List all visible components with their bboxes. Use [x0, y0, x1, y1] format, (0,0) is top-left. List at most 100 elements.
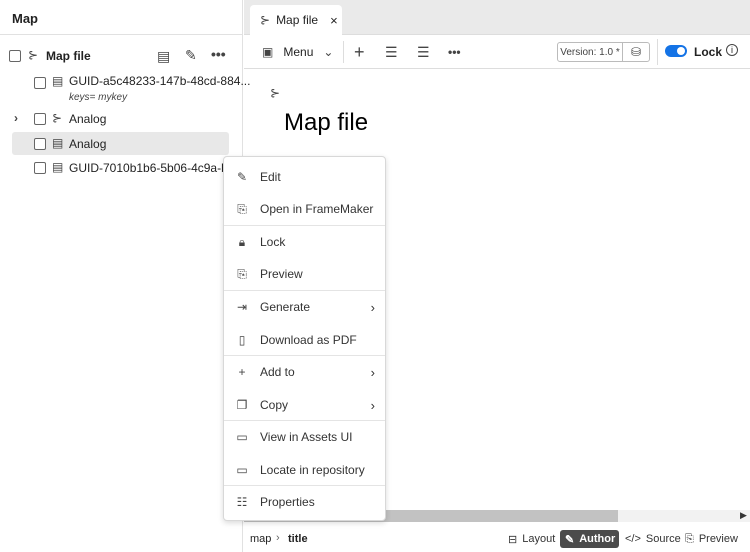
mode-layout[interactable]: ⊟ Layout — [503, 530, 560, 548]
preview-icon: ⎘ — [685, 532, 694, 545]
panel-title: Map — [0, 0, 243, 35]
menu-divider — [224, 355, 385, 356]
mode-source[interactable]: </> Source — [620, 530, 686, 548]
info-icon[interactable]: i — [726, 44, 738, 56]
chevron-right-icon: › — [370, 364, 375, 380]
tree-root-label: Map file — [46, 49, 91, 63]
tree-item-label: GUID-7010b1b6-5b06-4c9a-b3f... — [69, 161, 248, 175]
menu-item-properties[interactable]: ☷ Properties — [224, 486, 385, 518]
layout-icon: ⊟ — [508, 533, 518, 546]
mode-label: Author — [579, 533, 616, 545]
menu-item-copy[interactable]: ❐ Copy › — [224, 389, 385, 421]
chevron-right-icon: › — [370, 299, 375, 315]
map-settings-icon[interactable]: ▤ — [157, 48, 170, 65]
menu-divider — [224, 225, 385, 226]
menu-item-open-in-framemaker[interactable]: ⎘ Open in FrameMaker — [224, 193, 385, 225]
pencil-icon[interactable]: ✎ — [185, 47, 197, 64]
tree-item-keys: keys= mykey — [69, 92, 128, 103]
menu-item-label: Properties — [260, 495, 315, 509]
menu-item-label: Locate in repository — [260, 463, 365, 477]
code-icon: </> — [625, 533, 641, 545]
tab-label: Map file — [276, 13, 319, 27]
tree-item-label: Analog — [69, 112, 107, 126]
menu-item-lock[interactable]: 🔒︎ Lock — [224, 226, 385, 258]
version-control[interactable]: Version: 1.0 * ⛁ — [557, 42, 650, 62]
checkbox[interactable] — [34, 113, 46, 125]
menu-item-view-in-assets-ui[interactable]: ▭ View in Assets UI — [224, 421, 385, 453]
map-icon: ⊱ — [270, 86, 281, 100]
menu-item-label: Download as PDF — [260, 333, 357, 347]
insert-after-icon[interactable]: ☰ — [417, 35, 430, 69]
divider — [657, 39, 658, 65]
breadcrumb-map[interactable]: map — [250, 533, 271, 545]
document-icon: ▤ — [52, 74, 64, 88]
close-icon[interactable]: × — [330, 13, 338, 28]
menu-label: Menu — [283, 45, 314, 59]
map-icon: ⊱ — [28, 48, 39, 62]
tree-root[interactable]: ⊱ Map file ▤ ✎ ••• — [0, 45, 243, 67]
lock-toggle[interactable] — [665, 45, 687, 57]
lock-icon: 🔒︎ — [238, 234, 246, 249]
divider — [343, 41, 344, 63]
folder-search-icon: ▭ — [236, 463, 248, 477]
menu-item-generate[interactable]: ⇥ Generate › — [224, 291, 385, 323]
mode-author[interactable]: ✎ Author — [560, 530, 619, 548]
menu-item-label: Open in FrameMaker — [260, 202, 374, 216]
menu-divider — [224, 420, 385, 421]
checkbox[interactable] — [34, 138, 46, 150]
menu-item-preview[interactable]: ⎘ Preview — [224, 258, 385, 290]
chevron-right-icon: › — [370, 397, 375, 413]
menu-item-label: Edit — [260, 170, 281, 184]
more-icon[interactable]: ••• — [448, 35, 461, 69]
insert-before-icon[interactable]: ☰ — [385, 35, 398, 69]
checkbox[interactable] — [34, 162, 46, 174]
mode-label: Layout — [522, 533, 556, 545]
menu-item-label: Add to — [260, 365, 295, 379]
mode-label: Source — [645, 533, 681, 545]
version-label: Version: 1.0 * — [558, 43, 623, 61]
menu-item-locate-in-repository[interactable]: ▭ Locate in repository — [224, 454, 385, 486]
menu-item-label: View in Assets UI — [260, 430, 353, 444]
editor-map-title[interactable]: Map file — [284, 109, 368, 137]
menu-item-add-to[interactable]: + Add to › — [224, 356, 385, 388]
tree-item-label: Analog — [69, 137, 107, 151]
lock-label: Lock — [694, 45, 723, 59]
chevron-right-icon: › — [276, 532, 280, 544]
document-search-icon: ⎘ — [237, 201, 247, 216]
document-icon: ▣ — [262, 45, 274, 59]
document-icon: ▤ — [52, 136, 64, 150]
menu-divider — [224, 485, 385, 486]
scroll-right-icon[interactable]: ▶ — [740, 510, 747, 521]
copy-icon: ❐ — [236, 398, 248, 412]
plus-icon[interactable]: + — [354, 35, 365, 69]
menu-item-label: Copy — [260, 398, 289, 412]
mode-label: Preview — [698, 533, 738, 545]
breadcrumb-title[interactable]: title — [288, 533, 308, 545]
menu-divider — [224, 290, 385, 291]
export-icon: ⇥ — [236, 300, 248, 314]
tree-item[interactable]: › ⊱ Analog — [0, 108, 243, 130]
menu-item-label: Preview — [260, 267, 303, 281]
mode-preview[interactable]: ⎘ Preview — [680, 530, 743, 548]
pencil-icon: ✎ — [236, 170, 248, 184]
tree-item[interactable]: ▤ GUID-a5c48233-147b-48cd-884... keys= m… — [0, 70, 250, 103]
menu-button[interactable]: ▣ Menu ⌄ — [262, 35, 333, 69]
more-icon[interactable]: ••• — [211, 46, 226, 62]
plus-icon: + — [238, 365, 246, 379]
tree-item-label: GUID-a5c48233-147b-48cd-884... — [69, 74, 251, 88]
tree-item[interactable]: ▤ GUID-7010b1b6-5b06-4c9a-b3f... — [0, 156, 248, 178]
menu-item-label: Lock — [260, 235, 286, 249]
checkbox[interactable] — [9, 50, 21, 62]
menu-item-label: Generate — [260, 300, 311, 314]
sliders-icon: ☷ — [236, 495, 248, 509]
chevron-right-icon[interactable]: › — [14, 111, 18, 125]
tree-item-selected[interactable]: ▤ Analog — [0, 132, 243, 154]
pdf-icon: ▯ — [238, 333, 246, 347]
checkbox[interactable] — [34, 77, 46, 89]
chevron-down-icon: ⌄ — [323, 45, 334, 59]
menu-item-edit[interactable]: ✎ Edit — [224, 161, 385, 193]
save-version-icon[interactable]: ⛁ — [623, 43, 649, 61]
menu-item-download-as-pdf[interactable]: ▯ Download as PDF — [224, 324, 385, 356]
context-menu: ✎ Edit ⎘ Open in FrameMaker 🔒︎ Lock ⎘ Preview ⇥ G… — [223, 156, 386, 521]
tab-map-file[interactable]: ⊱ Map file × — [250, 5, 342, 35]
